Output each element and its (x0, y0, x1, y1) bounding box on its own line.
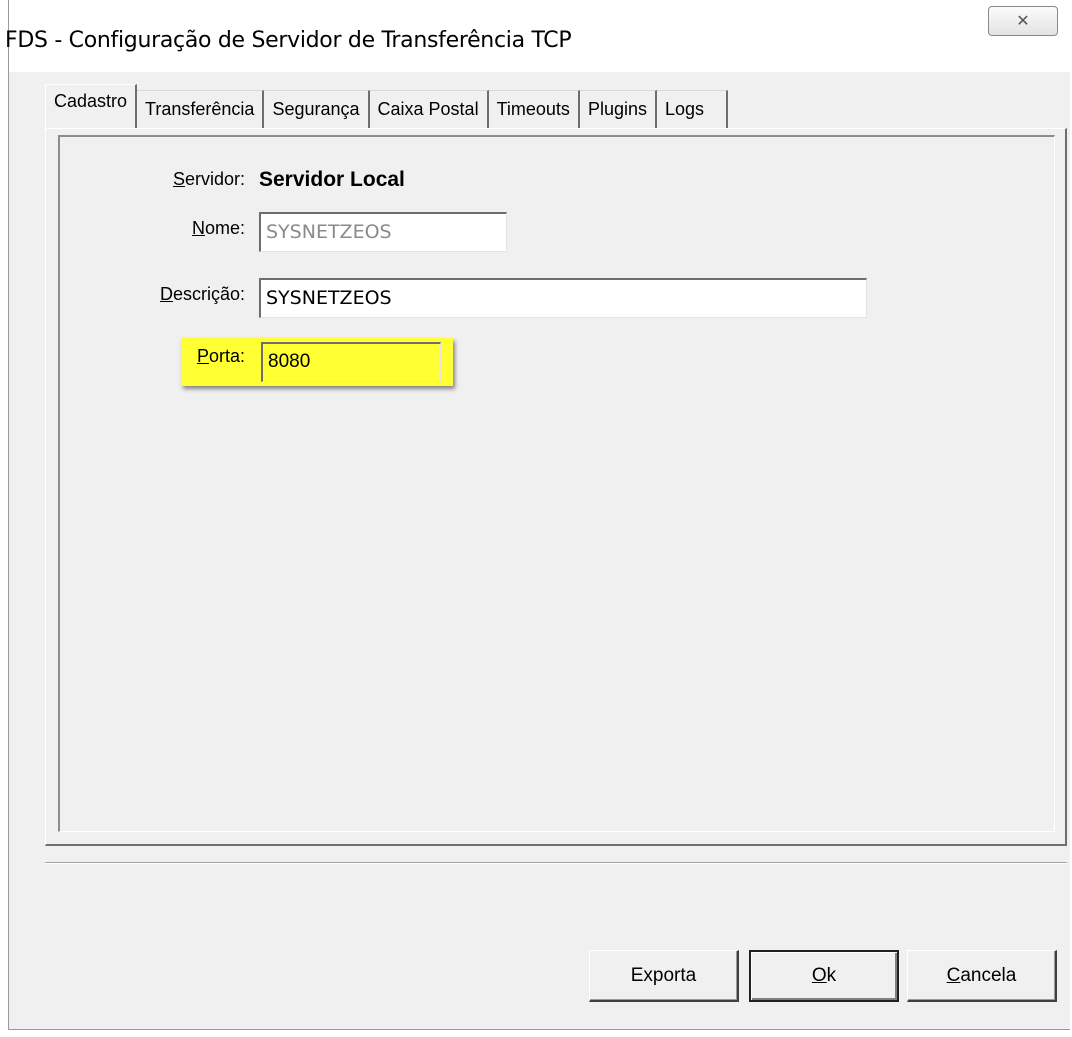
nome-label: Nome: (139, 218, 245, 239)
nome-field[interactable]: SYSNETZEOS (259, 212, 507, 252)
servidor-value: Servidor Local (259, 168, 405, 191)
porta-label-text: orta: (208, 346, 245, 366)
nome-label-mnemonic: N (191, 218, 205, 238)
servidor-label-mnemonic: S (172, 169, 185, 189)
tab-logs[interactable]: Logs (656, 90, 729, 128)
ok-label-text: k (826, 965, 837, 986)
nome-label-text: ome: (204, 218, 245, 238)
dialog-window: FDS - Configuração de Servidor de Transf… (5, 0, 1070, 1030)
tab-caixa-postal[interactable]: Caixa Postal (369, 90, 489, 128)
separator (45, 862, 1067, 864)
tab-plugins[interactable]: Plugins (579, 90, 657, 128)
tab-cadastro[interactable]: Cadastro (45, 84, 138, 128)
tab-timeouts[interactable]: Timeouts (488, 90, 580, 128)
tab-label: Transferência (145, 99, 255, 119)
tab-strip: Cadastro Transferência Segurança Caixa P… (45, 84, 729, 128)
tab-label: Segurança (272, 99, 360, 119)
descricao-label-mnemonic: D (159, 284, 173, 304)
porta-field[interactable]: 8080 (261, 342, 441, 382)
tab-label: Caixa Postal (377, 99, 479, 119)
cancela-button[interactable]: Cancela (907, 950, 1057, 1002)
descricao-field[interactable]: SYSNETZEOS (259, 278, 867, 318)
tab-transferencia[interactable]: Transferência (137, 90, 265, 128)
close-icon: ✕ (1016, 13, 1030, 30)
title-bar: FDS - Configuração de Servidor de Transf… (5, 0, 1070, 72)
tab-label: Plugins (587, 99, 647, 119)
close-button[interactable]: ✕ (988, 6, 1058, 36)
porta-label-mnemonic: P (196, 346, 209, 366)
window-title: FDS - Configuração de Servidor de Transf… (5, 28, 572, 53)
tab-seguranca[interactable]: Segurança (264, 90, 370, 128)
servidor-label: Servidor: (139, 169, 245, 190)
panel-inner-frame (58, 135, 1055, 832)
ok-button[interactable]: Ok (749, 950, 899, 1002)
ok-label-mnemonic: O (811, 965, 827, 986)
cancela-label-text: ancela (960, 964, 1017, 986)
tab-label: Logs (664, 99, 705, 119)
tab-label: Cadastro (54, 91, 128, 111)
exporta-button[interactable]: Exporta (589, 950, 739, 1002)
servidor-label-text: ervidor: (184, 169, 245, 189)
porta-label: Porta: (159, 346, 245, 367)
descricao-label: Descrição: (119, 284, 245, 305)
descricao-label-text: escrição: (172, 284, 245, 304)
tab-label: Timeouts (496, 99, 570, 119)
cancela-label-mnemonic: C (946, 964, 961, 986)
exporta-label: Exporta (630, 964, 697, 986)
